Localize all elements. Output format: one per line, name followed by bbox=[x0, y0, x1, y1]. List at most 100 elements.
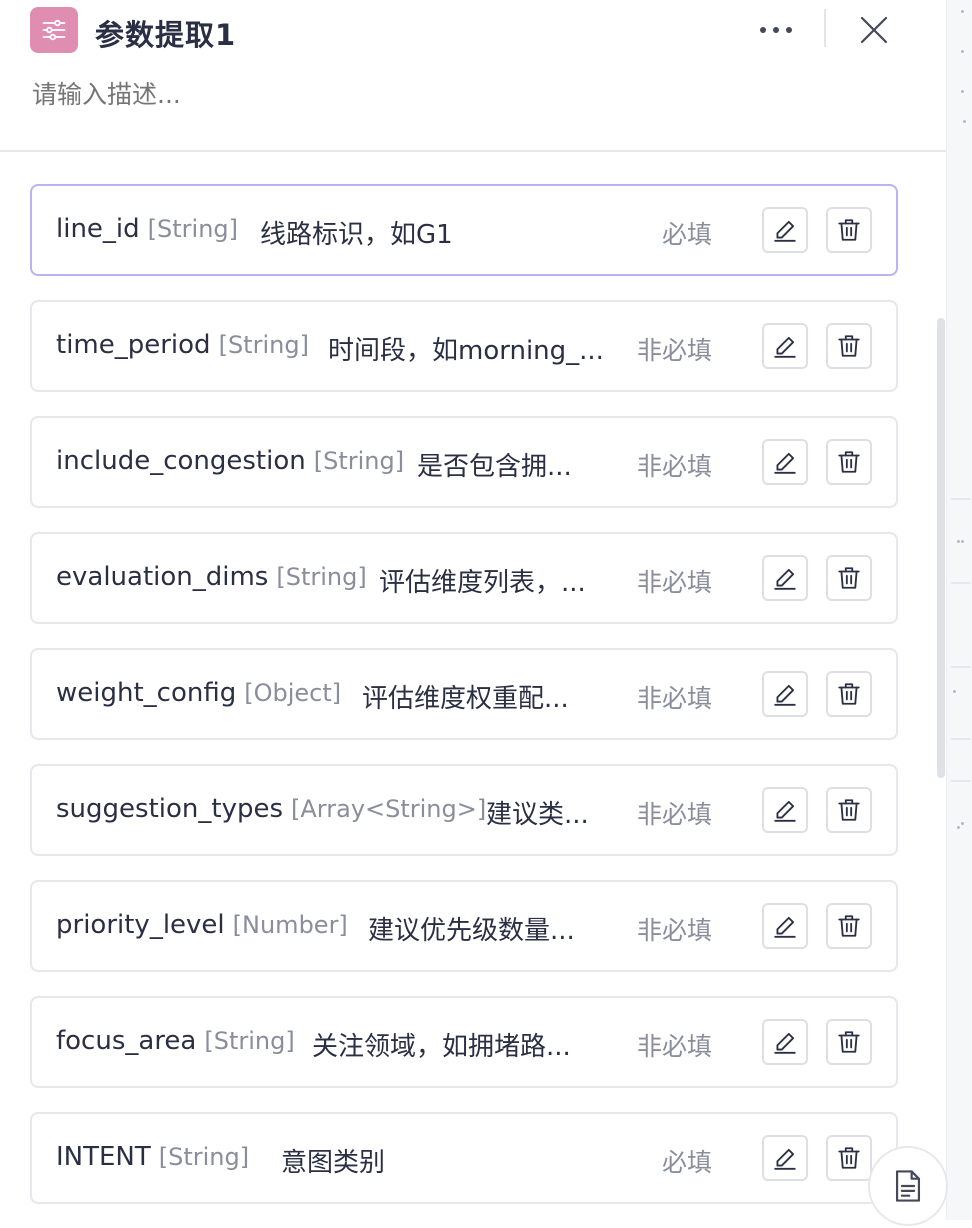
canvas-grid-dot bbox=[963, 120, 966, 123]
canvas-tick bbox=[951, 498, 971, 500]
param-row[interactable]: time_period [String] 时间段，如morning_... 非必填 bbox=[30, 300, 898, 392]
edit-pencil-icon bbox=[774, 220, 796, 242]
canvas-tick bbox=[951, 666, 971, 668]
panel-title[interactable]: 参数提取1 bbox=[95, 12, 236, 54]
param-description: 时间段，如morning_... bbox=[328, 336, 604, 366]
canvas-tick bbox=[951, 738, 971, 740]
required-label: 非必填 bbox=[636, 452, 712, 481]
edit-pencil-icon bbox=[774, 1032, 796, 1054]
trash-icon bbox=[838, 683, 860, 705]
canvas-tick bbox=[951, 780, 971, 782]
edit-pencil-icon bbox=[774, 568, 796, 590]
param-type: [String] bbox=[158, 1143, 250, 1171]
required-label: 非必填 bbox=[636, 800, 712, 829]
canvas-grid-dot bbox=[961, 10, 964, 13]
param-type: [String] bbox=[204, 1027, 295, 1055]
trash-icon bbox=[838, 567, 860, 589]
delete-button[interactable] bbox=[826, 555, 872, 601]
param-row[interactable]: line_id [String] 线路标识，如G1 必填 bbox=[30, 184, 898, 276]
param-row[interactable]: evaluation_dims [String] 评估维度列表，... 非必填 bbox=[30, 532, 898, 624]
canvas-grid-dot bbox=[957, 826, 960, 829]
canvas-edge bbox=[946, 0, 972, 1220]
delete-button[interactable] bbox=[826, 671, 872, 717]
param-row[interactable]: suggestion_types [Array<String>] 建议类... 非必填 bbox=[30, 764, 898, 856]
required-label: 非必填 bbox=[636, 916, 712, 945]
header-divider bbox=[824, 9, 826, 47]
param-name: line_id [String] bbox=[56, 214, 238, 244]
canvas-grid-dot bbox=[961, 90, 964, 93]
edit-button[interactable] bbox=[762, 903, 808, 949]
canvas-grid-dot bbox=[961, 50, 964, 53]
edit-button[interactable] bbox=[762, 439, 808, 485]
document-button[interactable] bbox=[868, 1146, 948, 1226]
param-name-text: include_congestion bbox=[56, 446, 306, 476]
delete-button[interactable] bbox=[826, 903, 872, 949]
close-icon[interactable] bbox=[854, 10, 894, 50]
param-description: 评估维度列表，... bbox=[379, 568, 586, 598]
param-name-text: suggestion_types bbox=[56, 794, 284, 824]
param-row[interactable]: priority_level [Number] 建议优先级数量... 非必填 bbox=[30, 880, 898, 972]
param-name: suggestion_types [Array<String>] bbox=[56, 794, 486, 824]
required-label: 必填 bbox=[661, 220, 712, 249]
edit-pencil-icon bbox=[774, 916, 796, 938]
delete-button[interactable] bbox=[826, 207, 872, 253]
edit-pencil-icon bbox=[774, 336, 796, 358]
param-name-text: INTENT bbox=[56, 1142, 151, 1172]
scrollbar[interactable] bbox=[937, 318, 945, 778]
param-name-text: focus_area bbox=[56, 1026, 197, 1056]
param-type: [Object] bbox=[244, 679, 342, 707]
more-horizontal-icon[interactable] bbox=[756, 14, 796, 46]
trash-icon bbox=[838, 799, 860, 821]
required-label: 必填 bbox=[661, 1148, 712, 1177]
trash-icon bbox=[838, 1031, 860, 1053]
param-name-text: time_period bbox=[56, 330, 211, 360]
param-row[interactable]: include_congestion [String] 是否包含拥... 非必填 bbox=[30, 416, 898, 508]
canvas-grid-dot bbox=[957, 540, 960, 543]
edit-button[interactable] bbox=[762, 555, 808, 601]
panel-header: 参数提取1 bbox=[0, 0, 946, 152]
edit-button[interactable] bbox=[762, 671, 808, 717]
description-input[interactable] bbox=[32, 80, 632, 109]
param-extract-panel: 参数提取1 line_id[String] 线路标识，如G1 必填 time_peri… bbox=[0, 0, 946, 1220]
param-row[interactable]: weight_config [Object] 评估维度权重配... 非必填 bbox=[30, 648, 898, 740]
param-type: [String] bbox=[218, 331, 309, 359]
param-description: 线路标识，如G1 bbox=[260, 220, 453, 250]
edit-button[interactable] bbox=[762, 207, 808, 253]
canvas-grid-dot bbox=[961, 822, 964, 825]
param-description: 评估维度权重配... bbox=[362, 684, 569, 714]
delete-button[interactable] bbox=[826, 1019, 872, 1065]
param-name: focus_area [String] bbox=[56, 1026, 295, 1056]
canvas-tick bbox=[951, 582, 971, 584]
delete-button[interactable] bbox=[826, 323, 872, 369]
delete-button[interactable] bbox=[826, 787, 872, 833]
param-name-text: evaluation_dims bbox=[56, 562, 269, 592]
edit-pencil-icon bbox=[774, 684, 796, 706]
delete-button[interactable] bbox=[826, 439, 872, 485]
edit-button[interactable] bbox=[762, 1019, 808, 1065]
param-description: 是否包含拥... bbox=[417, 452, 572, 482]
sliders-icon bbox=[30, 7, 78, 53]
param-type: [String] bbox=[313, 447, 405, 475]
param-name: priority_level [Number] bbox=[56, 910, 348, 940]
required-label: 非必填 bbox=[636, 336, 712, 365]
param-description: 建议优先级数量... bbox=[368, 916, 575, 946]
trash-icon bbox=[838, 451, 860, 473]
trash-icon bbox=[838, 1147, 860, 1169]
param-name: time_period [String] bbox=[56, 330, 309, 360]
edit-button[interactable] bbox=[762, 1135, 808, 1181]
param-row[interactable]: focus_area [String] 关注领域，如拥堵路... 非必填 bbox=[30, 996, 898, 1088]
delete-button[interactable] bbox=[826, 1135, 872, 1181]
param-row[interactable]: INTENT [String] 意图类别 必填 bbox=[30, 1112, 898, 1204]
required-label: 非必填 bbox=[636, 1032, 712, 1061]
param-type: [Array<String>] bbox=[291, 795, 487, 823]
edit-pencil-icon bbox=[774, 452, 796, 474]
edit-pencil-icon bbox=[774, 800, 796, 822]
param-name: include_congestion [String] bbox=[56, 446, 404, 476]
canvas-grid-dot bbox=[953, 690, 956, 693]
edit-button[interactable] bbox=[762, 323, 808, 369]
edit-button[interactable] bbox=[762, 787, 808, 833]
param-name-text: weight_config bbox=[56, 678, 237, 708]
param-description: 建议类... bbox=[486, 800, 589, 830]
param-description: 意图类别 bbox=[281, 1148, 386, 1178]
param-name: INTENT [String] bbox=[56, 1142, 249, 1172]
